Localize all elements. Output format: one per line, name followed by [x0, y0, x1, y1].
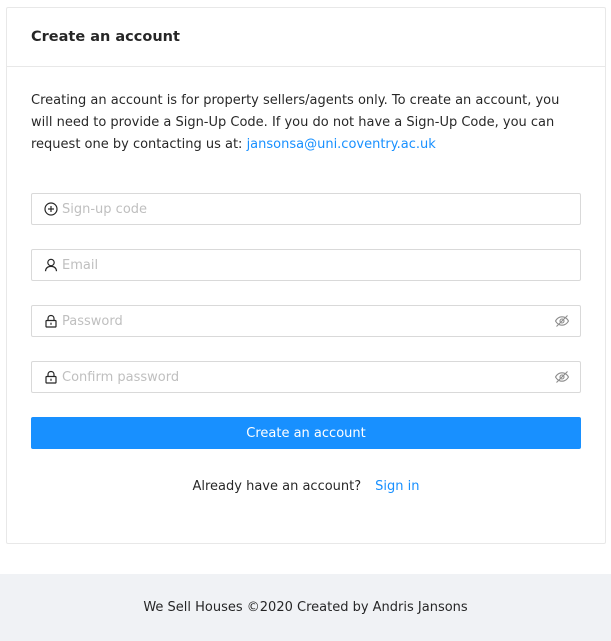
signup-code-field[interactable] [31, 193, 581, 225]
signin-link[interactable]: Sign in [375, 479, 419, 494]
card-header: Create an account [7, 8, 605, 67]
create-account-button[interactable]: Create an account [31, 417, 581, 449]
eye-invisible-icon[interactable] [554, 369, 570, 385]
eye-invisible-icon[interactable] [554, 313, 570, 329]
footer-text: We Sell Houses ©2020 Created by Andris J… [143, 600, 468, 615]
confirm-password-field[interactable] [31, 361, 581, 393]
signin-prompt: Already have an account? [192, 479, 362, 494]
plus-circle-icon [43, 201, 59, 217]
confirm-password-input[interactable] [62, 363, 554, 391]
intro-paragraph: Creating an account is for property sell… [31, 90, 581, 156]
footer: We Sell Houses ©2020 Created by Andris J… [0, 574, 611, 641]
card-title: Create an account [31, 29, 180, 45]
user-icon [43, 257, 59, 273]
password-input[interactable] [62, 307, 554, 335]
contact-email-link[interactable]: jansonsa@uni.coventry.ac.uk [247, 137, 436, 152]
signup-code-input[interactable] [62, 195, 570, 223]
signup-card: Create an account Creating an account is… [6, 7, 606, 544]
email-input[interactable] [62, 251, 570, 279]
lock-icon [43, 369, 59, 385]
signin-row: Already have an account? Sign in [7, 479, 605, 494]
password-field[interactable] [31, 305, 581, 337]
lock-icon [43, 313, 59, 329]
email-field[interactable] [31, 249, 581, 281]
